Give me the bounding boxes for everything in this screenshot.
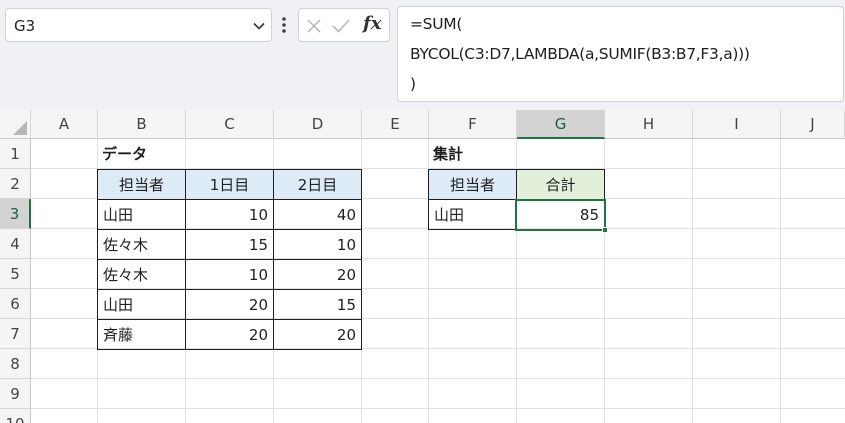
table-cell[interactable]: 斉藤 [97,319,186,350]
column-header-a[interactable]: A [31,110,98,139]
select-all-icon [13,121,27,135]
row-header-8[interactable]: 8 [0,349,31,379]
column-header-h[interactable]: H [605,110,693,139]
select-all-button[interactable] [0,110,31,139]
table-cell[interactable]: 15 [273,289,362,320]
column-header-d[interactable]: D [274,110,362,139]
column-header-b[interactable]: B [98,110,186,139]
row-header-5[interactable]: 5 [0,259,31,289]
row-header-1[interactable]: 1 [0,139,31,169]
formula-bar-area: G3 fx =SUM( BYCOL(C3:D7,LAMBDA(a,SUMIF(B… [0,0,845,110]
summary-table-title[interactable]: 集計 [428,139,528,169]
column-header-f[interactable]: F [429,110,517,139]
column-header-e[interactable]: E [362,110,429,139]
close-icon[interactable] [306,18,322,34]
row-header-7[interactable]: 7 [0,319,31,349]
table-cell[interactable]: 10 [185,259,274,290]
column-header-i[interactable]: I [693,110,781,139]
table-cell[interactable]: 20 [185,289,274,320]
table-cell[interactable]: 10 [185,199,274,230]
summary-header-cell[interactable]: 担当者 [428,169,517,200]
column-header-j[interactable]: J [781,110,845,139]
table-cell[interactable]: 佐々木 [97,259,186,290]
gridline [31,408,845,409]
row-header-6[interactable]: 6 [0,289,31,319]
formula-line: =SUM( [410,15,463,33]
summary-cell[interactable]: 山田 [428,199,517,230]
table-cell[interactable]: 10 [273,229,362,260]
row-header-4[interactable]: 4 [0,229,31,259]
chevron-down-icon[interactable] [252,19,266,33]
formula-input[interactable]: =SUM( BYCOL(C3:D7,LAMBDA(a,SUMIF(B3:B7,F… [397,6,844,102]
vertical-dots-icon[interactable] [279,14,289,36]
column-header-c[interactable]: C [186,110,274,139]
table-cell[interactable]: 山田 [97,289,186,320]
table-cell[interactable]: 20 [273,319,362,350]
name-box-value: G3 [14,17,36,35]
row-header-3[interactable]: 3 [0,199,31,229]
fill-handle[interactable] [602,227,608,233]
formula-line: BYCOL(C3:D7,LAMBDA(a,SUMIF(B3:B7,F3,a))) [410,45,750,63]
formula-actions: fx [298,8,390,42]
row-header-2[interactable]: 2 [0,169,31,199]
insert-function-button[interactable]: fx [363,13,381,34]
gridline [692,139,693,423]
name-box[interactable]: G3 [5,8,272,42]
table-cell[interactable]: 15 [185,229,274,260]
active-cell-selection [515,199,606,231]
gridline [31,378,845,379]
table-cell[interactable]: 佐々木 [97,229,186,260]
row-header-10[interactable]: 10 [0,409,31,423]
table-header-cell[interactable]: 1日目 [185,169,274,200]
row-header-9[interactable]: 9 [0,379,31,409]
table-cell[interactable]: 山田 [97,199,186,230]
table-cell[interactable]: 40 [273,199,362,230]
column-header-g[interactable]: G [517,110,605,139]
table-cell[interactable]: 20 [185,319,274,350]
table-header-cell[interactable]: 2日目 [273,169,362,200]
summary-header-cell[interactable]: 合計 [516,169,605,200]
formula-line: ) [410,75,416,93]
table-header-cell[interactable]: 担当者 [97,169,186,200]
gridline [780,139,781,423]
check-icon[interactable] [332,18,350,34]
table-cell[interactable]: 20 [273,259,362,290]
data-table-title[interactable]: データ [97,139,217,169]
